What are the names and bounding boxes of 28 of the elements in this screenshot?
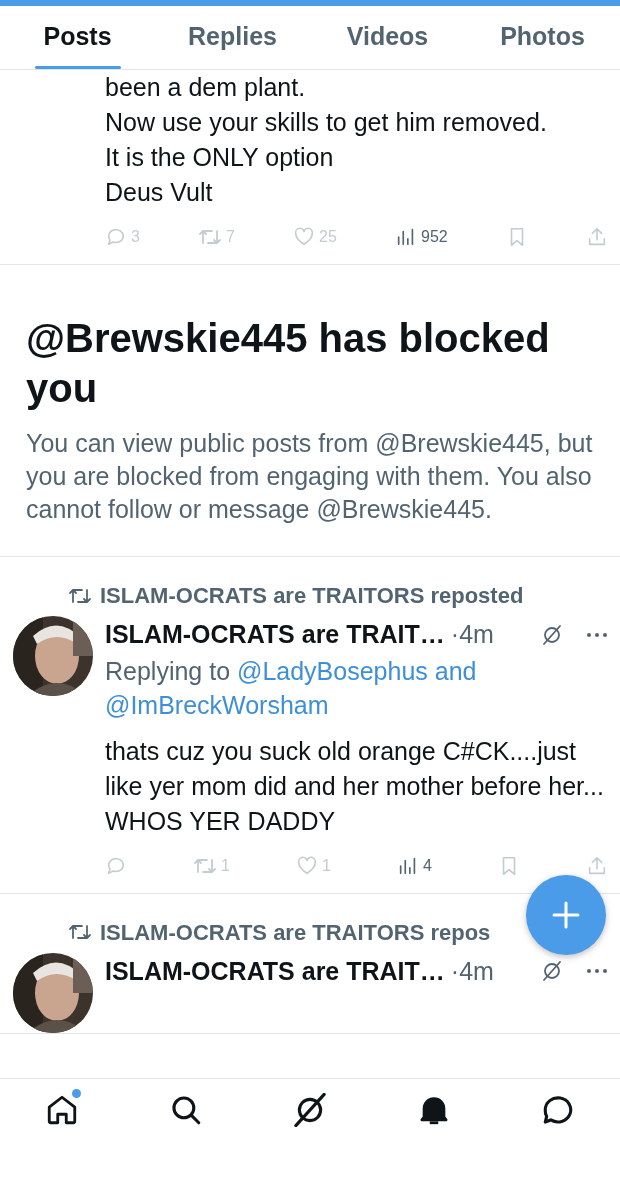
profile-tab[interactable]: Replies [155, 6, 310, 69]
more-icon[interactable] [586, 631, 608, 638]
post-time: ·4m [450, 955, 494, 987]
post-text: been a dem plant. Now use your skills to get him removed. It is the ONLY option Deus Vult [105, 72, 548, 208]
profile-tab[interactable]: Videos [310, 6, 465, 69]
blocked-message: You can view public posts from @Brewskie445, but you are blocked from engaging with them. You also cannot follow or message @Brewskie445. [26, 428, 594, 525]
speech-bubble-icon [105, 226, 127, 248]
author-name: ISLAM-OCRATS are TRAIT… [105, 955, 445, 987]
author-name: ISLAM-OCRATS are TRAIT… [105, 619, 445, 650]
profile-tab[interactable]: Photos [465, 6, 620, 69]
repost-label: ISLAM-OCRATS are TRAITORS reposted [100, 582, 524, 610]
blocked-heading: @Brewskie445 has blocked you [26, 315, 551, 412]
mention-link[interactable]: @ImBreckWorsham [105, 690, 329, 719]
views-button[interactable]: 4 [396, 853, 432, 878]
compose-button[interactable] [526, 874, 606, 955]
profile-tab[interactable]: Posts [0, 6, 155, 69]
views-button[interactable]: 952 [395, 225, 448, 249]
repost-label: ISLAM-OCRATS are TRAITORS repos [100, 918, 491, 947]
replying-to-line: Replying to @LadyBosephus and @ImBreckWorsham [105, 655, 478, 721]
slashed-circle-icon[interactable] [540, 959, 564, 984]
mention-link[interactable]: @LadyBosephus and [237, 656, 477, 685]
heart-icon [293, 226, 316, 248]
more-icon[interactable] [586, 968, 608, 975]
post-time: ·4m [450, 619, 494, 650]
slashed-circle-icon[interactable] [540, 622, 564, 647]
heart-icon [296, 854, 318, 877]
post-text: thats cuz you suck old orange C#CK....just like yer mom did and her mother before her... WHOS YER DADDY [105, 735, 605, 837]
plus-icon [551, 899, 581, 930]
